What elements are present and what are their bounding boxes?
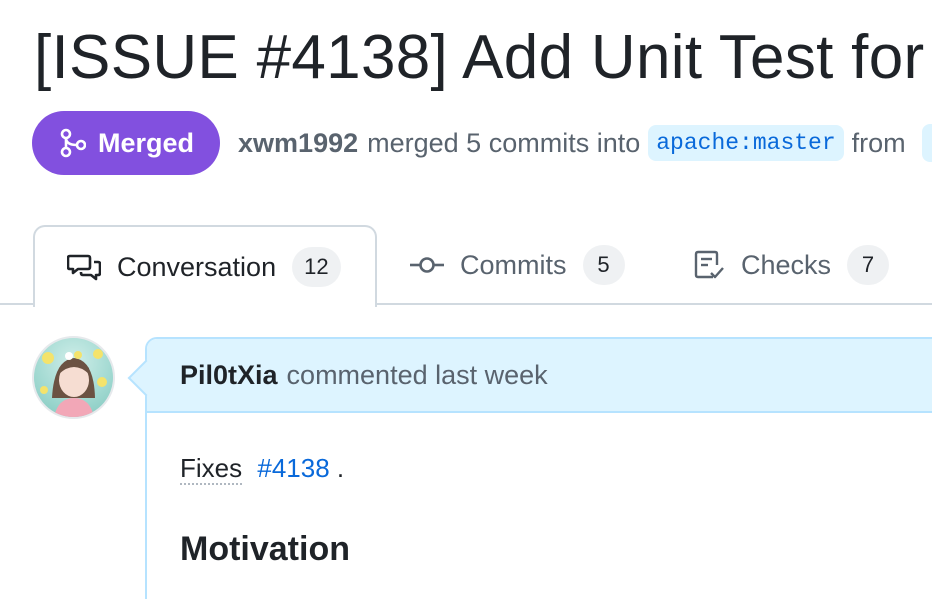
page-title: [ISSUE #4138] Add Unit Test for bbox=[34, 23, 925, 92]
trailing-period: . bbox=[336, 453, 345, 483]
issue-reference-link[interactable]: #4138 bbox=[257, 453, 329, 483]
git-commit-icon bbox=[410, 255, 444, 275]
state-label: Merged bbox=[98, 127, 195, 158]
tab-conversation-label: Conversation bbox=[117, 251, 277, 282]
comment-header: Pil0tXia commented last week bbox=[147, 339, 932, 413]
checklist-icon bbox=[693, 249, 725, 281]
from-label: from bbox=[851, 127, 906, 158]
git-merge-icon bbox=[60, 128, 86, 158]
pr-meta-row: Merged xwm1992 merged 5 commits into apa… bbox=[32, 111, 932, 175]
merge-description: merged 5 commits into bbox=[367, 127, 641, 158]
motivation-heading: Motivation bbox=[180, 530, 350, 568]
comment-timestamp[interactable]: commented last week bbox=[287, 360, 548, 391]
tab-commits-label: Commits bbox=[460, 249, 567, 280]
base-branch-link[interactable]: apache:master bbox=[648, 125, 844, 161]
comment-body: Fixes #4138 . Motivation bbox=[147, 413, 932, 569]
pr-author-link[interactable]: xwm1992 bbox=[238, 128, 358, 159]
comment-discussion-icon bbox=[67, 252, 101, 282]
commenter-avatar[interactable] bbox=[32, 336, 115, 419]
tab-conversation[interactable]: Conversation 12 bbox=[33, 225, 377, 307]
merged-state-badge: Merged bbox=[32, 111, 221, 175]
pr-tabs: Conversation 12 Commits 5 Checks 7 bbox=[0, 225, 932, 307]
tab-commits-count: 5 bbox=[582, 245, 625, 285]
head-branch-link[interactable] bbox=[921, 124, 932, 162]
fixes-keyword[interactable]: Fixes bbox=[180, 453, 243, 485]
tab-checks[interactable]: Checks 7 bbox=[693, 225, 890, 305]
tab-conversation-count: 12 bbox=[292, 247, 341, 287]
timeline-comment: Pil0tXia commented last week Fixes #4138… bbox=[145, 337, 932, 599]
tab-commits[interactable]: Commits 5 bbox=[410, 225, 625, 305]
comment-author-link[interactable]: Pil0tXia bbox=[180, 360, 278, 391]
pull-request-page: [ISSUE #4138] Add Unit Test for Merged x… bbox=[0, 0, 932, 599]
tab-checks-count: 7 bbox=[847, 245, 890, 285]
fixes-line: Fixes #4138 . bbox=[180, 453, 932, 485]
tab-checks-label: Checks bbox=[741, 249, 832, 280]
